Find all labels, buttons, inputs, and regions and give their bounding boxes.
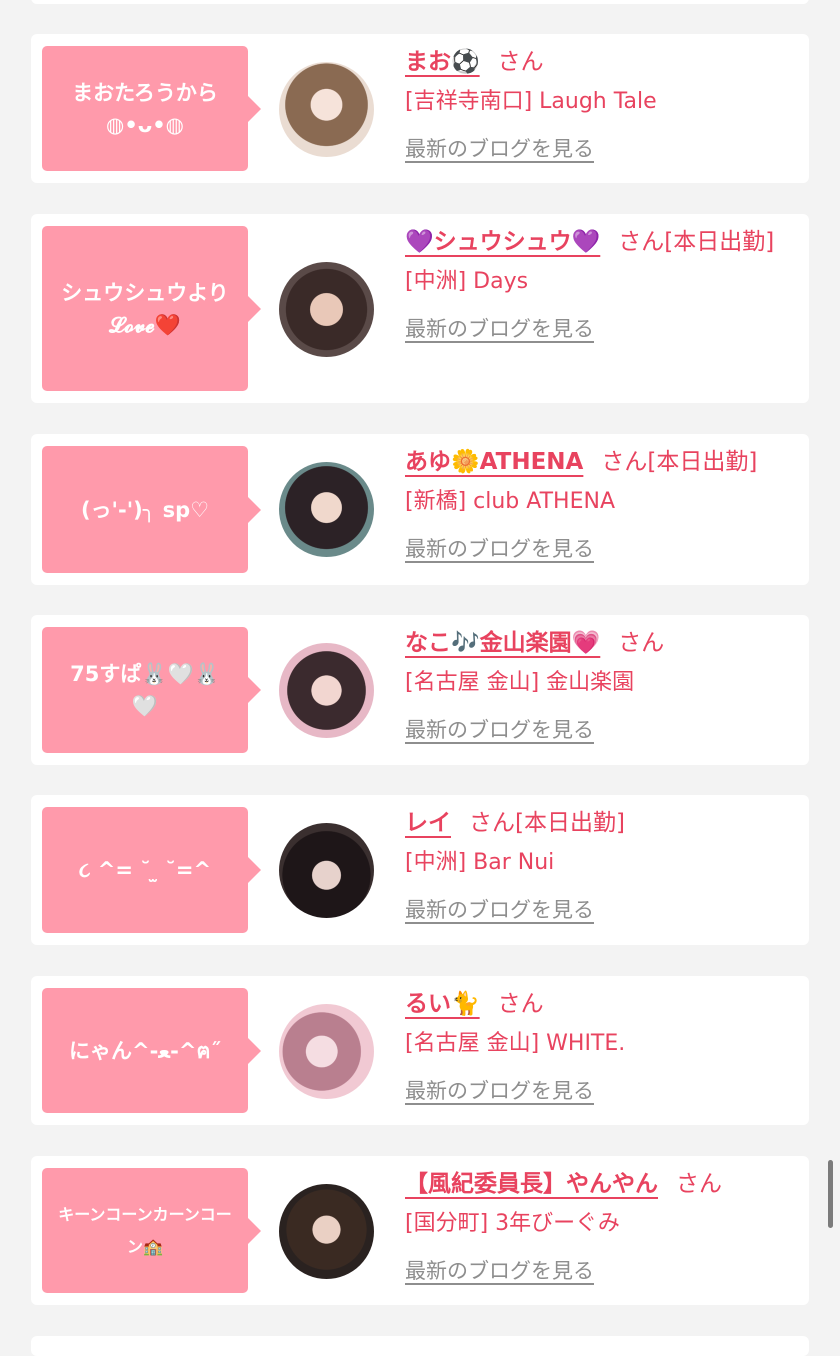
blog-card: まおたろうから ◍•ᴗ•◍ まお⚽ さん [吉祥寺南口] Laugh Tale 最… bbox=[31, 34, 809, 183]
blog-card: (っ'-')╮ sp♡ あゆ🌼ATHENA さん[本日出勤] [新橋] club … bbox=[31, 434, 809, 585]
shop-name: [名古屋 金山] WHITE. bbox=[405, 1031, 626, 1056]
host-name-link[interactable]: 【風紀委員長】やんやん bbox=[405, 1171, 658, 1197]
name-line: レイ さん[本日出勤] bbox=[405, 803, 800, 843]
honorific: さん[本日出勤] bbox=[618, 229, 775, 255]
latest-blog-link[interactable]: 最新のブログを見る bbox=[405, 1076, 800, 1106]
card-info: なこ🎶金山楽園💗 さん [名古屋 金山] 金山楽園 最新のブログを見る bbox=[405, 623, 800, 745]
blog-card: キーンコーンカーンコーン🏫 【風紀委員長】やんやん さん [国分町] 3年びーぐみ… bbox=[31, 1156, 809, 1305]
message-text: にゃん^-ﻌ-^ฅ˝ bbox=[68, 1038, 222, 1063]
host-name-link[interactable]: なこ🎶金山楽園💗 bbox=[405, 630, 600, 656]
shop-name: [吉祥寺南口] Laugh Tale bbox=[405, 89, 657, 114]
card-info: あゆ🌼ATHENA さん[本日出勤] [新橋] club ATHENA 最新のブロ… bbox=[405, 442, 800, 564]
message-bubble: ૮ ^= ˘ ̫ ˘=^ bbox=[42, 807, 261, 933]
latest-blog-link[interactable]: 最新のブログを見る bbox=[405, 895, 800, 925]
message-text: 75すぱ🐰🤍🐰 🤍 bbox=[70, 662, 220, 718]
shop-name: [新橋] club ATHENA bbox=[405, 489, 615, 514]
shop-name: [国分町] 3年びーぐみ bbox=[405, 1211, 620, 1236]
avatar[interactable] bbox=[279, 823, 374, 918]
name-line: あゆ🌼ATHENA さん[本日出勤] bbox=[405, 442, 800, 482]
card-info: 💜シュウシュウ💜 さん[本日出勤] [中洲] Days 最新のブログを見る bbox=[405, 222, 800, 344]
message-text: (っ'-')╮ sp♡ bbox=[80, 497, 210, 522]
host-name-link[interactable]: まお⚽ bbox=[405, 49, 480, 75]
latest-blog-link[interactable]: 最新のブログを見る bbox=[405, 1256, 800, 1286]
host-name-link[interactable]: 💜シュウシュウ💜 bbox=[405, 229, 600, 255]
name-line: まお⚽ さん bbox=[405, 42, 800, 82]
scrollbar-thumb[interactable] bbox=[828, 1160, 833, 1228]
shop-name: [中洲] Days bbox=[405, 269, 529, 294]
message-bubble: キーンコーンカーンコーン🏫 bbox=[42, 1168, 261, 1293]
message-bubble: まおたろうから ◍•ᴗ•◍ bbox=[42, 46, 261, 171]
avatar[interactable] bbox=[279, 643, 374, 738]
blog-card: 75すぱ🐰🤍🐰 🤍 なこ🎶金山楽園💗 さん [名古屋 金山] 金山楽園 最新のブロ… bbox=[31, 615, 809, 765]
latest-blog-link[interactable]: 最新のブログを見る bbox=[405, 534, 800, 564]
blog-card: ૮ ^= ˘ ̫ ˘=^ レイ さん[本日出勤] [中洲] Bar Nui 最新の… bbox=[31, 795, 809, 945]
message-text: まおたろうから ◍•ᴗ•◍ bbox=[72, 80, 218, 137]
name-line: なこ🎶金山楽園💗 さん bbox=[405, 623, 800, 663]
avatar[interactable] bbox=[279, 62, 374, 157]
message-bubble: シュウシュウより 𝓛𝓸𝓿𝓮❤️ bbox=[42, 226, 261, 391]
message-bubble: (っ'-')╮ sp♡ bbox=[42, 446, 261, 573]
avatar[interactable] bbox=[279, 462, 374, 557]
card-info: 【風紀委員長】やんやん さん [国分町] 3年びーぐみ 最新のブログを見る bbox=[405, 1164, 800, 1286]
latest-blog-link[interactable]: 最新のブログを見る bbox=[405, 314, 800, 344]
name-line: るい🐈 さん bbox=[405, 984, 800, 1024]
name-line: 【風紀委員長】やんやん さん bbox=[405, 1164, 800, 1204]
name-line: 💜シュウシュウ💜 さん[本日出勤] bbox=[405, 222, 800, 262]
message-text: シュウシュウより 𝓛𝓸𝓿𝓮❤️ bbox=[61, 280, 229, 337]
message-text: ૮ ^= ˘ ̫ ˘=^ bbox=[78, 858, 212, 882]
card-previous-stub bbox=[31, 0, 809, 4]
blog-card: にゃん^-ﻌ-^ฅ˝ るい🐈 さん [名古屋 金山] WHITE. 最新のブログを… bbox=[31, 976, 809, 1125]
honorific: さん bbox=[618, 630, 665, 656]
honorific: さん bbox=[497, 49, 544, 75]
card-info: レイ さん[本日出勤] [中洲] Bar Nui 最新のブログを見る bbox=[405, 803, 800, 925]
avatar[interactable] bbox=[279, 262, 374, 357]
latest-blog-link[interactable]: 最新のブログを見る bbox=[405, 715, 800, 745]
honorific: さん[本日出勤] bbox=[601, 449, 758, 475]
honorific: さん[本日出勤] bbox=[469, 810, 625, 836]
avatar[interactable] bbox=[279, 1184, 374, 1279]
host-name-link[interactable]: あゆ🌼ATHENA bbox=[405, 449, 583, 475]
message-bubble: 75すぱ🐰🤍🐰 🤍 bbox=[42, 627, 261, 753]
card-info: まお⚽ さん [吉祥寺南口] Laugh Tale 最新のブログを見る bbox=[405, 42, 800, 164]
host-name-link[interactable]: るい🐈 bbox=[405, 991, 480, 1017]
blog-card: シュウシュウより 𝓛𝓸𝓿𝓮❤️ 💜シュウシュウ💜 さん[本日出勤] [中洲] Da… bbox=[31, 214, 809, 403]
avatar[interactable] bbox=[279, 1004, 374, 1099]
honorific: さん bbox=[497, 991, 544, 1017]
card-info: るい🐈 さん [名古屋 金山] WHITE. 最新のブログを見る bbox=[405, 984, 800, 1106]
shop-name: [名古屋 金山] 金山楽園 bbox=[405, 670, 635, 695]
message-bubble: にゃん^-ﻌ-^ฅ˝ bbox=[42, 988, 261, 1113]
host-name-link[interactable]: レイ bbox=[405, 810, 451, 836]
shop-name: [中洲] Bar Nui bbox=[405, 850, 555, 875]
honorific: さん bbox=[676, 1171, 722, 1197]
latest-blog-link[interactable]: 最新のブログを見る bbox=[405, 134, 800, 164]
message-text: キーンコーンカーンコーン🏫 bbox=[58, 1204, 232, 1256]
card-next-stub bbox=[31, 1336, 809, 1356]
